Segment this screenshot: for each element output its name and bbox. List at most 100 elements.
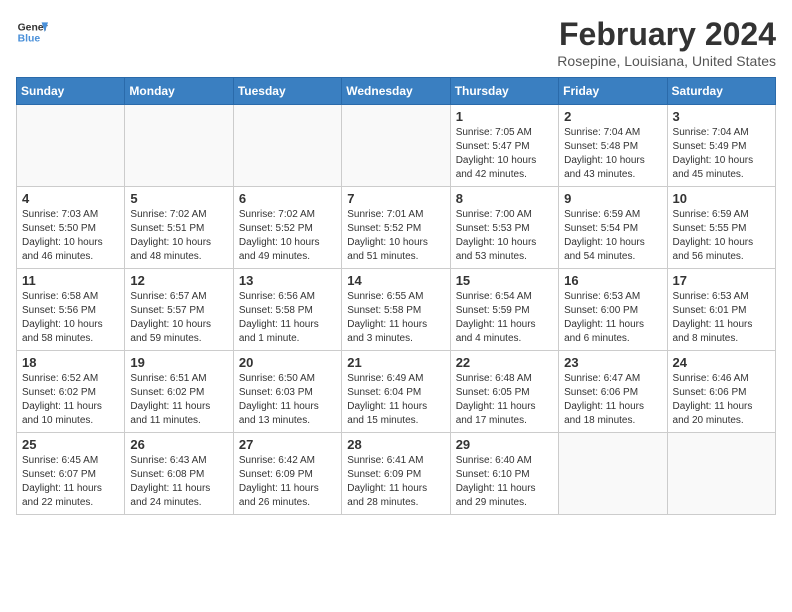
day-number: 29 [456,437,553,452]
day-info: Sunrise: 7:04 AM Sunset: 5:48 PM Dayligh… [564,126,661,182]
day-number: 3 [673,109,770,124]
day-number: 10 [673,191,770,206]
weekday-header-wednesday: Wednesday [342,78,450,105]
day-info: Sunrise: 6:53 AM Sunset: 6:01 PM Dayligh… [673,290,770,346]
calendar-cell [17,105,125,187]
calendar-cell: 15 Sunrise: 6:54 AM Sunset: 5:59 PM Dayli… [450,269,558,351]
calendar-cell: 13 Sunrise: 6:56 AM Sunset: 5:58 PM Dayli… [233,269,341,351]
day-info: Sunrise: 6:58 AM Sunset: 5:56 PM Dayligh… [22,290,119,346]
calendar-cell: 12 Sunrise: 6:57 AM Sunset: 5:57 PM Dayli… [125,269,233,351]
day-number: 27 [239,437,336,452]
calendar-cell: 29Sunrise: 6:40 AM Sunset: 6:10 PM Dayli… [450,433,558,515]
day-number: 11 [22,273,119,288]
calendar-cell: 11 Sunrise: 6:58 AM Sunset: 5:56 PM Dayli… [17,269,125,351]
week-row-5: 25Sunrise: 6:45 AM Sunset: 6:07 PM Dayli… [17,433,776,515]
day-number: 17 [673,273,770,288]
day-number: 28 [347,437,444,452]
day-number: 13 [239,273,336,288]
calendar-cell: 3 Sunrise: 7:04 AM Sunset: 5:49 PM Daylig… [667,105,775,187]
weekday-header-friday: Friday [559,78,667,105]
day-number: 19 [130,355,227,370]
day-number: 1 [456,109,553,124]
day-info: Sunrise: 6:41 AM Sunset: 6:09 PM Dayligh… [347,454,444,510]
weekday-header-tuesday: Tuesday [233,78,341,105]
day-info: Sunrise: 7:05 AM Sunset: 5:47 PM Dayligh… [456,126,553,182]
day-number: 4 [22,191,119,206]
calendar-cell: 19Sunrise: 6:51 AM Sunset: 6:02 PM Dayli… [125,351,233,433]
calendar-cell: 16 Sunrise: 6:53 AM Sunset: 6:00 PM Dayli… [559,269,667,351]
day-info: Sunrise: 6:46 AM Sunset: 6:06 PM Dayligh… [673,372,770,428]
calendar-cell: 21Sunrise: 6:49 AM Sunset: 6:04 PM Dayli… [342,351,450,433]
month-year-title: February 2024 [557,16,776,53]
day-number: 26 [130,437,227,452]
svg-text:Blue: Blue [18,34,41,45]
calendar-cell: 7 Sunrise: 7:01 AM Sunset: 5:52 PM Daylig… [342,187,450,269]
calendar-cell [667,433,775,515]
calendar-cell: 18Sunrise: 6:52 AM Sunset: 6:02 PM Dayli… [17,351,125,433]
calendar-cell: 26 Sunrise: 6:43 AM Sunset: 6:08 PM Dayli… [125,433,233,515]
day-info: Sunrise: 6:48 AM Sunset: 6:05 PM Dayligh… [456,372,553,428]
calendar-cell: 28 Sunrise: 6:41 AM Sunset: 6:09 PM Dayli… [342,433,450,515]
week-row-2: 4Sunrise: 7:03 AM Sunset: 5:50 PM Daylig… [17,187,776,269]
day-number: 23 [564,355,661,370]
day-info: Sunrise: 6:59 AM Sunset: 5:54 PM Dayligh… [564,208,661,264]
weekday-header-monday: Monday [125,78,233,105]
week-row-3: 11 Sunrise: 6:58 AM Sunset: 5:56 PM Dayli… [17,269,776,351]
day-info: Sunrise: 6:56 AM Sunset: 5:58 PM Dayligh… [239,290,336,346]
day-info: Sunrise: 7:01 AM Sunset: 5:52 PM Dayligh… [347,208,444,264]
calendar-cell: 25Sunrise: 6:45 AM Sunset: 6:07 PM Dayli… [17,433,125,515]
calendar-cell: 20 Sunrise: 6:50 AM Sunset: 6:03 PM Dayli… [233,351,341,433]
day-info: Sunrise: 7:02 AM Sunset: 5:52 PM Dayligh… [239,208,336,264]
day-info: Sunrise: 6:42 AM Sunset: 6:09 PM Dayligh… [239,454,336,510]
day-info: Sunrise: 6:59 AM Sunset: 5:55 PM Dayligh… [673,208,770,264]
calendar-cell [125,105,233,187]
day-info: Sunrise: 7:02 AM Sunset: 5:51 PM Dayligh… [130,208,227,264]
calendar-cell: 9 Sunrise: 6:59 AM Sunset: 5:54 PM Daylig… [559,187,667,269]
day-number: 12 [130,273,227,288]
calendar-cell: 2 Sunrise: 7:04 AM Sunset: 5:48 PM Daylig… [559,105,667,187]
day-info: Sunrise: 7:00 AM Sunset: 5:53 PM Dayligh… [456,208,553,264]
day-info: Sunrise: 6:52 AM Sunset: 6:02 PM Dayligh… [22,372,119,428]
calendar-cell: 6 Sunrise: 7:02 AM Sunset: 5:52 PM Daylig… [233,187,341,269]
day-info: Sunrise: 6:49 AM Sunset: 6:04 PM Dayligh… [347,372,444,428]
days-of-week-row: SundayMondayTuesdayWednesdayThursdayFrid… [17,78,776,105]
title-section: February 2024 Rosepine, Louisiana, Unite… [557,16,776,69]
calendar-cell: 22 Sunrise: 6:48 AM Sunset: 6:05 PM Dayli… [450,351,558,433]
week-row-4: 18Sunrise: 6:52 AM Sunset: 6:02 PM Dayli… [17,351,776,433]
day-number: 5 [130,191,227,206]
day-number: 20 [239,355,336,370]
day-number: 15 [456,273,553,288]
day-number: 6 [239,191,336,206]
day-info: Sunrise: 6:57 AM Sunset: 5:57 PM Dayligh… [130,290,227,346]
calendar-cell [559,433,667,515]
calendar-cell: 4Sunrise: 7:03 AM Sunset: 5:50 PM Daylig… [17,187,125,269]
weekday-header-thursday: Thursday [450,78,558,105]
calendar-table: SundayMondayTuesdayWednesdayThursdayFrid… [16,77,776,515]
day-info: Sunrise: 6:53 AM Sunset: 6:00 PM Dayligh… [564,290,661,346]
day-info: Sunrise: 6:54 AM Sunset: 5:59 PM Dayligh… [456,290,553,346]
day-number: 16 [564,273,661,288]
day-number: 24 [673,355,770,370]
calendar-cell: 17 Sunrise: 6:53 AM Sunset: 6:01 PM Dayli… [667,269,775,351]
day-number: 8 [456,191,553,206]
calendar-cell: 10 Sunrise: 6:59 AM Sunset: 5:55 PM Dayli… [667,187,775,269]
logo: General Blue [16,16,48,48]
calendar-cell: 27 Sunrise: 6:42 AM Sunset: 6:09 PM Dayli… [233,433,341,515]
day-info: Sunrise: 6:45 AM Sunset: 6:07 PM Dayligh… [22,454,119,510]
page-header: General Blue February 2024 Rosepine, Lou… [16,16,776,69]
day-number: 22 [456,355,553,370]
calendar-cell: 5 Sunrise: 7:02 AM Sunset: 5:51 PM Daylig… [125,187,233,269]
day-number: 9 [564,191,661,206]
day-number: 7 [347,191,444,206]
day-info: Sunrise: 6:50 AM Sunset: 6:03 PM Dayligh… [239,372,336,428]
calendar-cell [342,105,450,187]
day-info: Sunrise: 6:47 AM Sunset: 6:06 PM Dayligh… [564,372,661,428]
day-info: Sunrise: 6:55 AM Sunset: 5:58 PM Dayligh… [347,290,444,346]
day-info: Sunrise: 6:43 AM Sunset: 6:08 PM Dayligh… [130,454,227,510]
calendar-cell: 24 Sunrise: 6:46 AM Sunset: 6:06 PM Dayli… [667,351,775,433]
day-number: 14 [347,273,444,288]
weekday-header-sunday: Sunday [17,78,125,105]
day-info: Sunrise: 7:04 AM Sunset: 5:49 PM Dayligh… [673,126,770,182]
day-number: 2 [564,109,661,124]
calendar-cell [233,105,341,187]
